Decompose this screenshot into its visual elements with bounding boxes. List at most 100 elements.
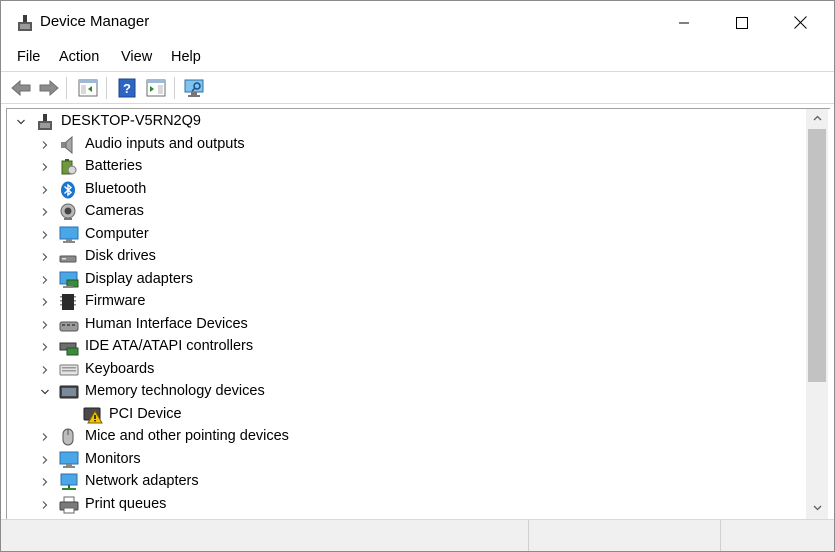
menu-view[interactable]: View bbox=[121, 49, 152, 65]
speaker-icon bbox=[61, 136, 73, 154]
menu-help[interactable]: Help bbox=[171, 49, 201, 65]
action-pane-icon bbox=[146, 79, 166, 97]
expand-chevron-icon[interactable] bbox=[39, 476, 51, 488]
window-title: Device Manager bbox=[40, 13, 150, 30]
tree-item-label: Computer bbox=[85, 226, 149, 242]
computer-name: DESKTOP-V5RN2Q9 bbox=[61, 113, 201, 129]
expand-chevron-icon[interactable] bbox=[39, 161, 51, 173]
display-adapter-icon bbox=[59, 271, 79, 288]
hid-icon bbox=[59, 321, 79, 332]
expand-chevron-icon[interactable] bbox=[39, 296, 51, 308]
device-manager-window: Device Manager File Action View Help ? D… bbox=[0, 0, 835, 552]
expand-chevron-icon[interactable] bbox=[39, 206, 51, 218]
tree-item[interactable]: Network adapters bbox=[7, 471, 806, 493]
tree-item[interactable]: Disk drives bbox=[7, 246, 806, 268]
scan-hardware-changes-button[interactable] bbox=[183, 77, 205, 99]
expand-chevron-icon[interactable] bbox=[39, 139, 51, 151]
camera-icon bbox=[60, 203, 76, 220]
monitor-icon bbox=[59, 451, 79, 468]
expand-chevron-icon[interactable] bbox=[39, 364, 51, 376]
scrollbar-thumb[interactable] bbox=[808, 129, 826, 382]
collapse-chevron-icon[interactable] bbox=[15, 116, 27, 128]
tree-item-label: Firmware bbox=[85, 293, 146, 309]
scroll-down-button[interactable] bbox=[806, 499, 828, 517]
tree-item[interactable]: Audio inputs and outputs bbox=[7, 134, 806, 156]
tree-item-label: Memory technology devices bbox=[85, 383, 265, 399]
network-adapter-icon bbox=[60, 473, 78, 490]
chevron-down-icon bbox=[813, 505, 821, 511]
tree-item-label: IDE ATA/ATAPI controllers bbox=[85, 338, 254, 354]
tree-item-label: Bluetooth bbox=[85, 181, 147, 197]
minimize-button[interactable] bbox=[661, 1, 707, 44]
menu-action[interactable]: Action bbox=[59, 49, 99, 65]
status-panel bbox=[528, 520, 719, 551]
help-icon: ? bbox=[118, 78, 136, 98]
tree-item-expanded[interactable]: Memory technology devices bbox=[7, 381, 806, 403]
device-manager-icon bbox=[18, 15, 32, 31]
tree-item[interactable]: Print queues bbox=[7, 494, 806, 516]
tree-item[interactable]: Cameras bbox=[7, 201, 806, 223]
bluetooth-icon bbox=[61, 181, 75, 199]
tree-item-label: PCI Device bbox=[109, 406, 182, 422]
menu-file[interactable]: File bbox=[17, 49, 40, 65]
forward-button[interactable] bbox=[38, 77, 60, 99]
tree-item[interactable]: IDE ATA/ATAPI controllers bbox=[7, 336, 806, 358]
expand-chevron-icon[interactable] bbox=[39, 431, 51, 443]
tree-root[interactable]: DESKTOP-V5RN2Q9 bbox=[7, 111, 806, 133]
status-panel bbox=[720, 520, 833, 551]
ide-controller-icon bbox=[59, 342, 79, 356]
tree-item[interactable]: Batteries bbox=[7, 156, 806, 178]
tree-item-label: Display adapters bbox=[85, 271, 193, 287]
close-icon bbox=[793, 16, 807, 29]
expand-chevron-icon[interactable] bbox=[39, 184, 51, 196]
vertical-scrollbar[interactable] bbox=[806, 109, 828, 519]
help-button[interactable]: ? bbox=[116, 77, 138, 99]
toolbar-separator bbox=[66, 77, 67, 99]
firmware-icon bbox=[60, 294, 76, 310]
scan-hardware-icon bbox=[184, 79, 204, 97]
back-arrow-icon bbox=[11, 80, 31, 96]
expand-chevron-icon[interactable] bbox=[39, 319, 51, 331]
tree-item-label: Audio inputs and outputs bbox=[85, 136, 245, 152]
computer-root-icon bbox=[38, 114, 52, 130]
maximize-icon bbox=[736, 16, 748, 29]
tree-item[interactable]: Firmware bbox=[7, 291, 806, 313]
expand-chevron-icon[interactable] bbox=[39, 274, 51, 286]
console-tree-icon bbox=[78, 79, 98, 97]
warning-device-icon bbox=[83, 407, 103, 424]
forward-arrow-icon bbox=[39, 80, 59, 96]
expand-chevron-icon[interactable] bbox=[39, 454, 51, 466]
tree-item[interactable]: Monitors bbox=[7, 449, 806, 471]
tree-item-label: Monitors bbox=[85, 451, 141, 467]
tree-item[interactable]: Bluetooth bbox=[7, 179, 806, 201]
expand-chevron-icon[interactable] bbox=[39, 341, 51, 353]
tree-item[interactable]: Computer bbox=[7, 224, 806, 246]
tree-item[interactable]: Mice and other pointing devices bbox=[7, 426, 806, 448]
tree-item[interactable]: Human Interface Devices bbox=[7, 314, 806, 336]
close-button[interactable] bbox=[777, 1, 823, 44]
back-button[interactable] bbox=[10, 77, 32, 99]
svg-text:?: ? bbox=[123, 81, 131, 96]
disk-drive-icon bbox=[59, 255, 77, 263]
keyboard-icon bbox=[59, 364, 79, 376]
status-bar bbox=[1, 519, 834, 551]
show-action-pane-button[interactable] bbox=[145, 77, 167, 99]
tree-item[interactable]: Display adapters bbox=[7, 269, 806, 291]
maximize-button[interactable] bbox=[719, 1, 765, 44]
toolbar: ? bbox=[1, 71, 834, 104]
tree-item-child[interactable]: PCI Device bbox=[7, 404, 806, 426]
tree-item-partial bbox=[7, 516, 806, 517]
collapse-chevron-icon[interactable] bbox=[39, 386, 51, 398]
tree-item-label: Batteries bbox=[85, 158, 143, 174]
expand-chevron-icon[interactable] bbox=[39, 499, 51, 511]
device-tree: DESKTOP-V5RN2Q9 Audio inputs and outputs… bbox=[7, 109, 806, 517]
scroll-up-button[interactable] bbox=[806, 109, 828, 127]
toolbar-separator bbox=[174, 77, 175, 99]
show-hide-console-tree-button[interactable] bbox=[77, 77, 99, 99]
printer-icon bbox=[59, 496, 79, 514]
tree-item[interactable]: Keyboards bbox=[7, 359, 806, 381]
memory-device-icon bbox=[59, 385, 79, 399]
tree-item-label: Cameras bbox=[85, 203, 144, 219]
expand-chevron-icon[interactable] bbox=[39, 229, 51, 241]
expand-chevron-icon[interactable] bbox=[39, 251, 51, 263]
